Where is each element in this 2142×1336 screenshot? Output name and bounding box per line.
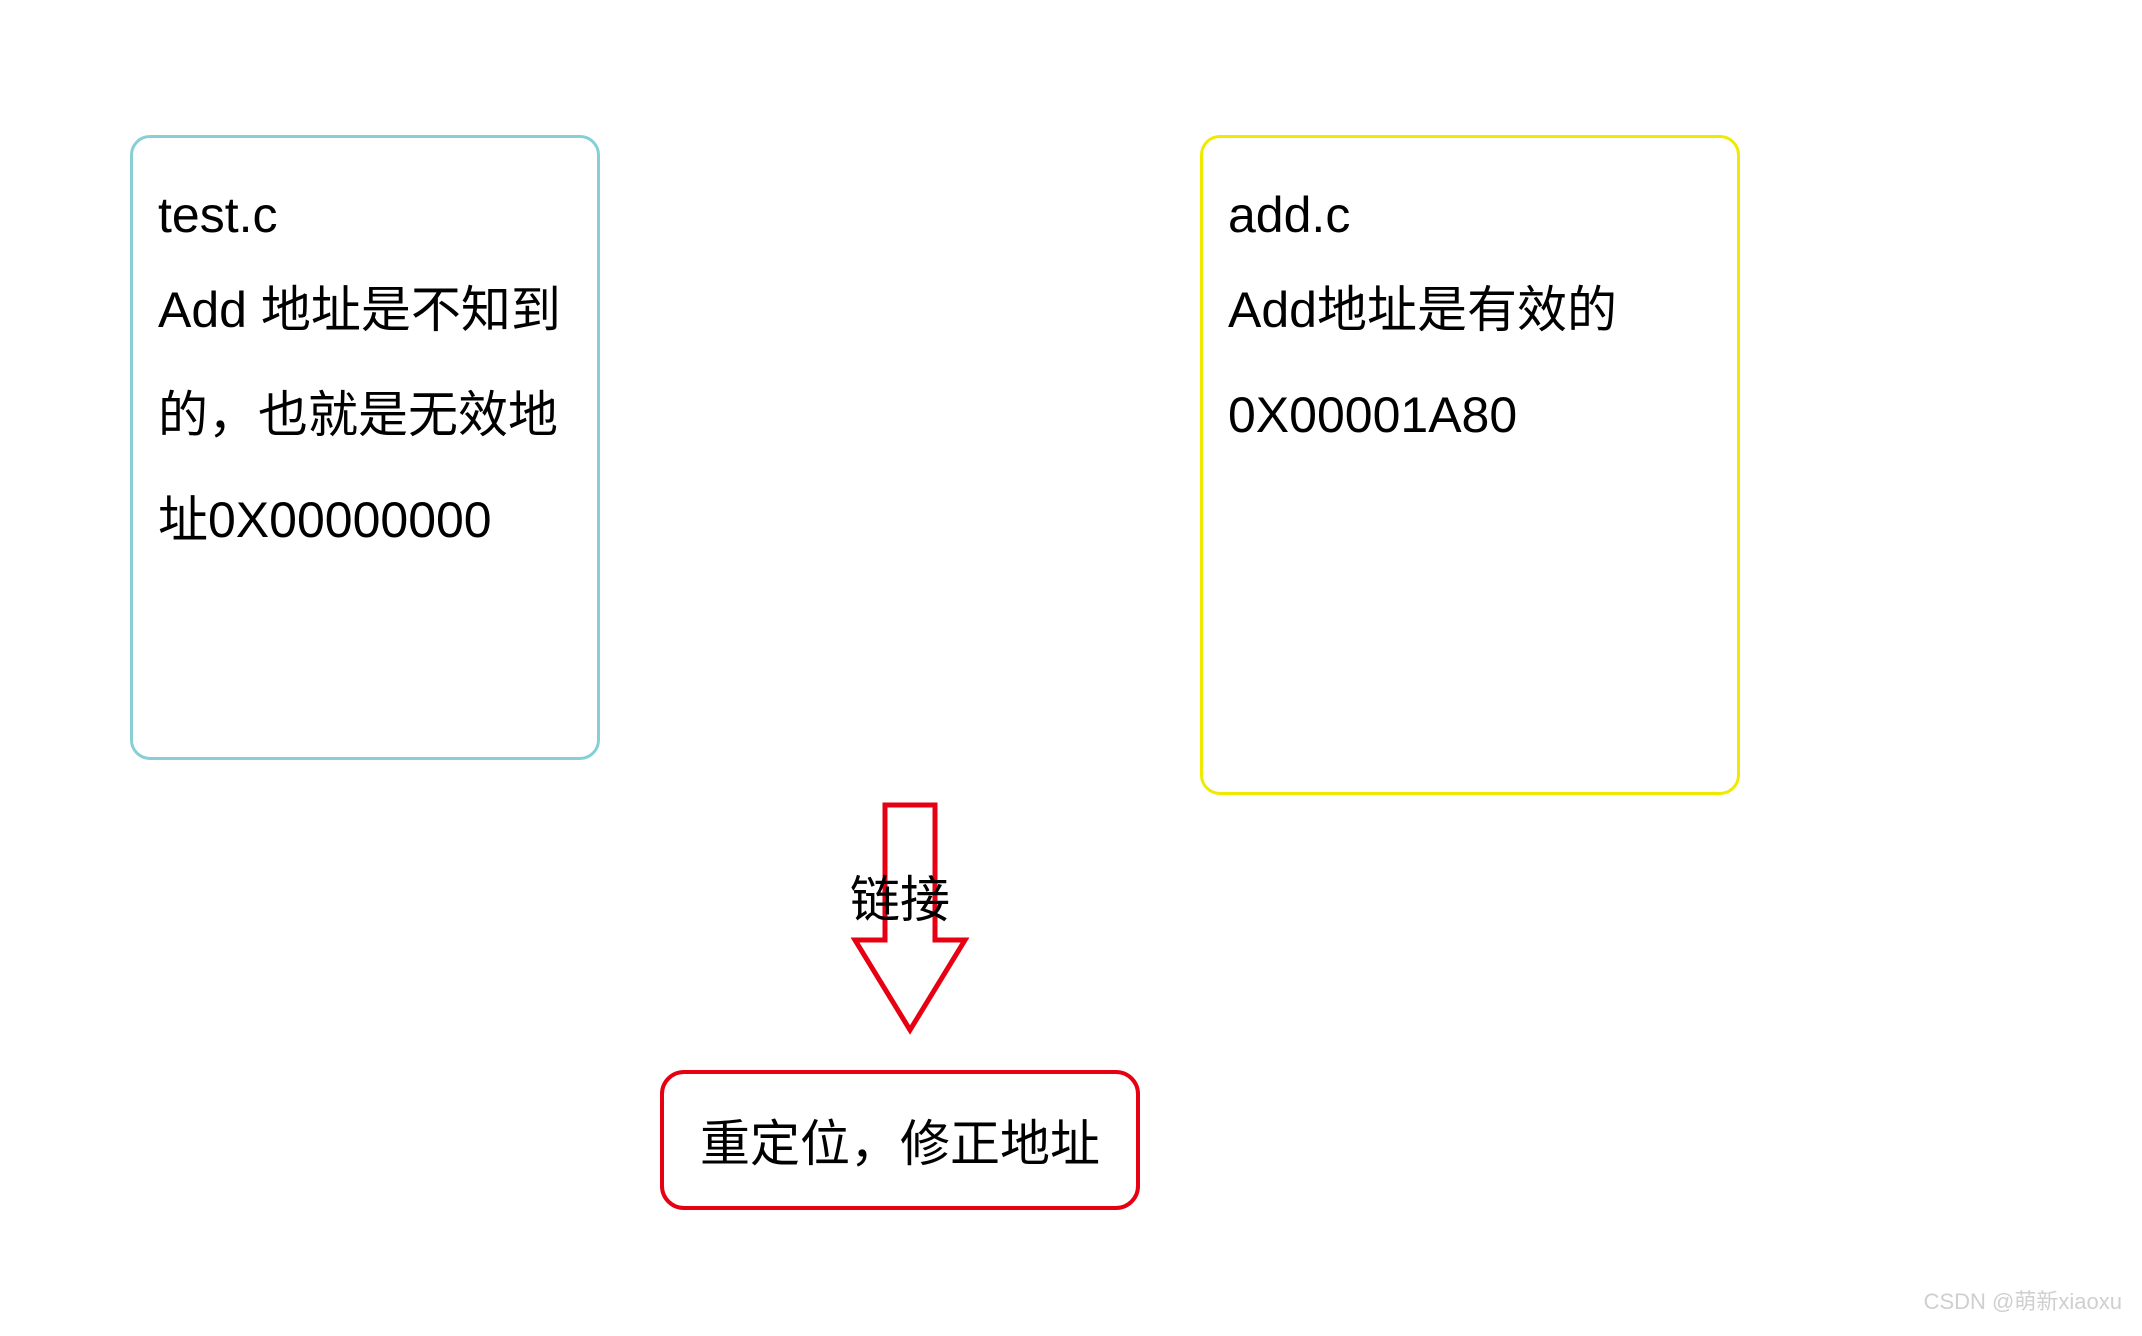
watermark: CSDN @萌新xiaoxu (1924, 1284, 2122, 1316)
addc-title: add.c (1228, 178, 1712, 253)
testc-title: test.c (158, 178, 572, 253)
arrow-label: 链接 (850, 870, 950, 930)
result-text: 重定位，修正地址 (700, 1104, 1100, 1176)
testc-box: test.c Add 地址是不知到的，也就是无效地址0X00000000 (130, 135, 600, 760)
addc-body: Add地址是有效的0X00001A80 (1228, 258, 1712, 468)
result-box: 重定位，修正地址 (660, 1070, 1140, 1210)
testc-body: Add 地址是不知到的，也就是无效地址0X00000000 (158, 258, 572, 573)
addc-box: add.c Add地址是有效的0X00001A80 (1200, 135, 1740, 795)
